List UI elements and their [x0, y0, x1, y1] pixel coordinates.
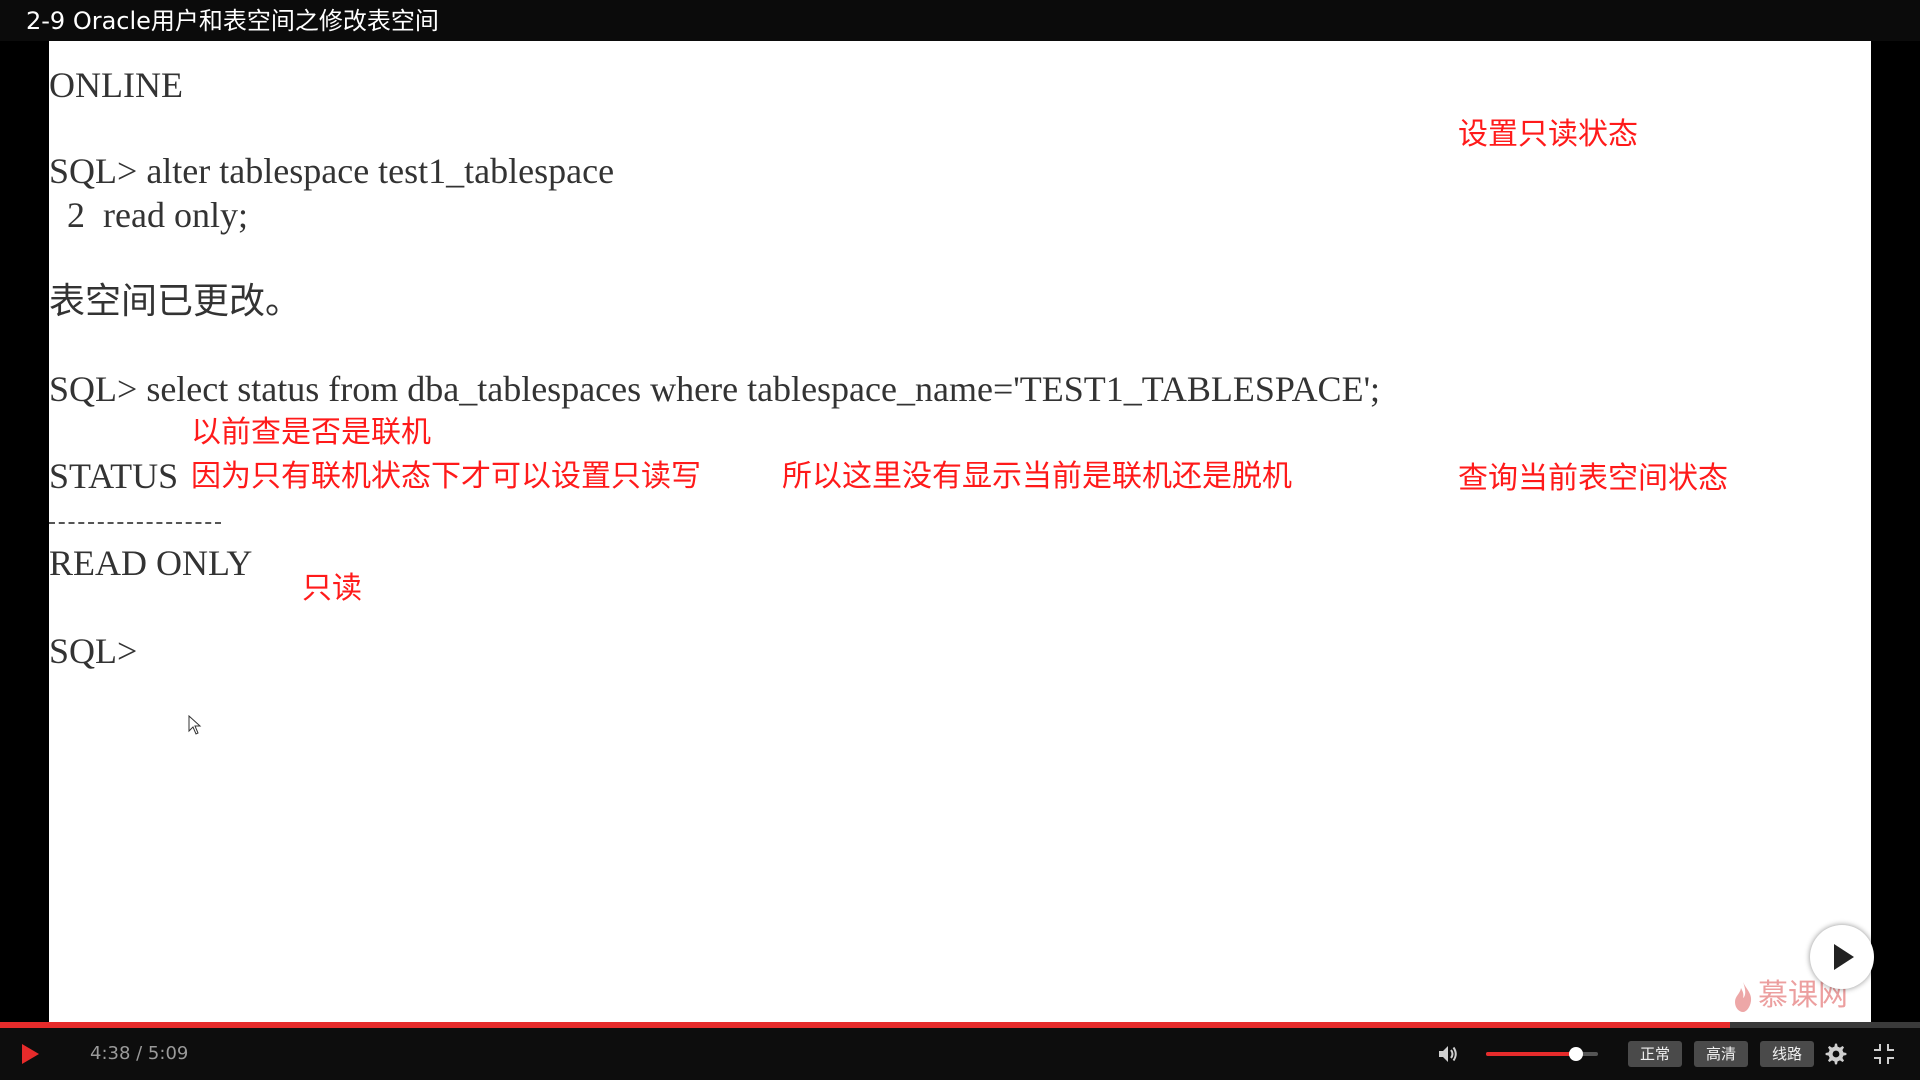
status-value: READ ONLY — [49, 543, 253, 583]
video-frame[interactable]: ONLINE SQL> alter tablespace test1_table… — [49, 41, 1871, 1025]
volume-slider[interactable] — [1486, 1047, 1598, 1061]
control-bar: 4:38 / 5:09 正常 高清 线路 — [0, 1028, 1920, 1080]
quality-button[interactable]: 高清 — [1694, 1041, 1748, 1067]
gear-icon[interactable] — [1824, 1042, 1848, 1066]
video-title: 2-9 Oracle用户和表空间之修改表空间 — [26, 7, 439, 35]
command-alter-line2: 2 read only; — [49, 195, 248, 235]
play-icon[interactable] — [18, 1042, 42, 1066]
volume-fill — [1486, 1052, 1576, 1056]
big-play-button[interactable] — [1810, 925, 1874, 989]
video-player: 2-9 Oracle用户和表空间之修改表空间 ONLINE SQL> alter… — [0, 0, 1920, 1080]
status-column-header: STATUS — [49, 456, 179, 496]
command-alter-line1: SQL> alter tablespace test1_tablespace — [49, 151, 615, 191]
flame-icon — [1735, 981, 1752, 1012]
annotation-so-not-shown: 所以这里没有显示当前是联机还是脱机 — [782, 459, 1292, 494]
column-separator — [49, 522, 221, 524]
volume-icon[interactable] — [1436, 1042, 1460, 1066]
command-select-line: SQL> select status from dba_tablespaces … — [49, 369, 1381, 409]
annotation-only-online-can-set: 因为只有联机状态下才可以设置只读写 — [191, 459, 701, 494]
exit-fullscreen-icon[interactable] — [1872, 1042, 1896, 1066]
title-bar: 2-9 Oracle用户和表空间之修改表空间 — [0, 0, 1920, 41]
annotation-readonly: 只读 — [302, 571, 362, 606]
speed-button[interactable]: 正常 — [1628, 1041, 1682, 1067]
mouse-cursor-icon — [188, 715, 202, 735]
command-result: 表空间已更改。 — [49, 281, 302, 321]
annotation-query-status: 查询当前表空间状态 — [1458, 461, 1728, 496]
online-value: ONLINE — [49, 65, 183, 105]
line-button[interactable]: 线路 — [1760, 1041, 1814, 1067]
volume-knob[interactable] — [1568, 1047, 1583, 1061]
annotation-set-readonly: 设置只读状态 — [1458, 117, 1638, 152]
time-display: 4:38 / 5:09 — [90, 1043, 189, 1064]
big-play-icon — [1834, 944, 1854, 970]
sql-prompt: SQL> — [49, 631, 138, 671]
annotation-previously-online: 以前查是否是联机 — [191, 415, 431, 450]
